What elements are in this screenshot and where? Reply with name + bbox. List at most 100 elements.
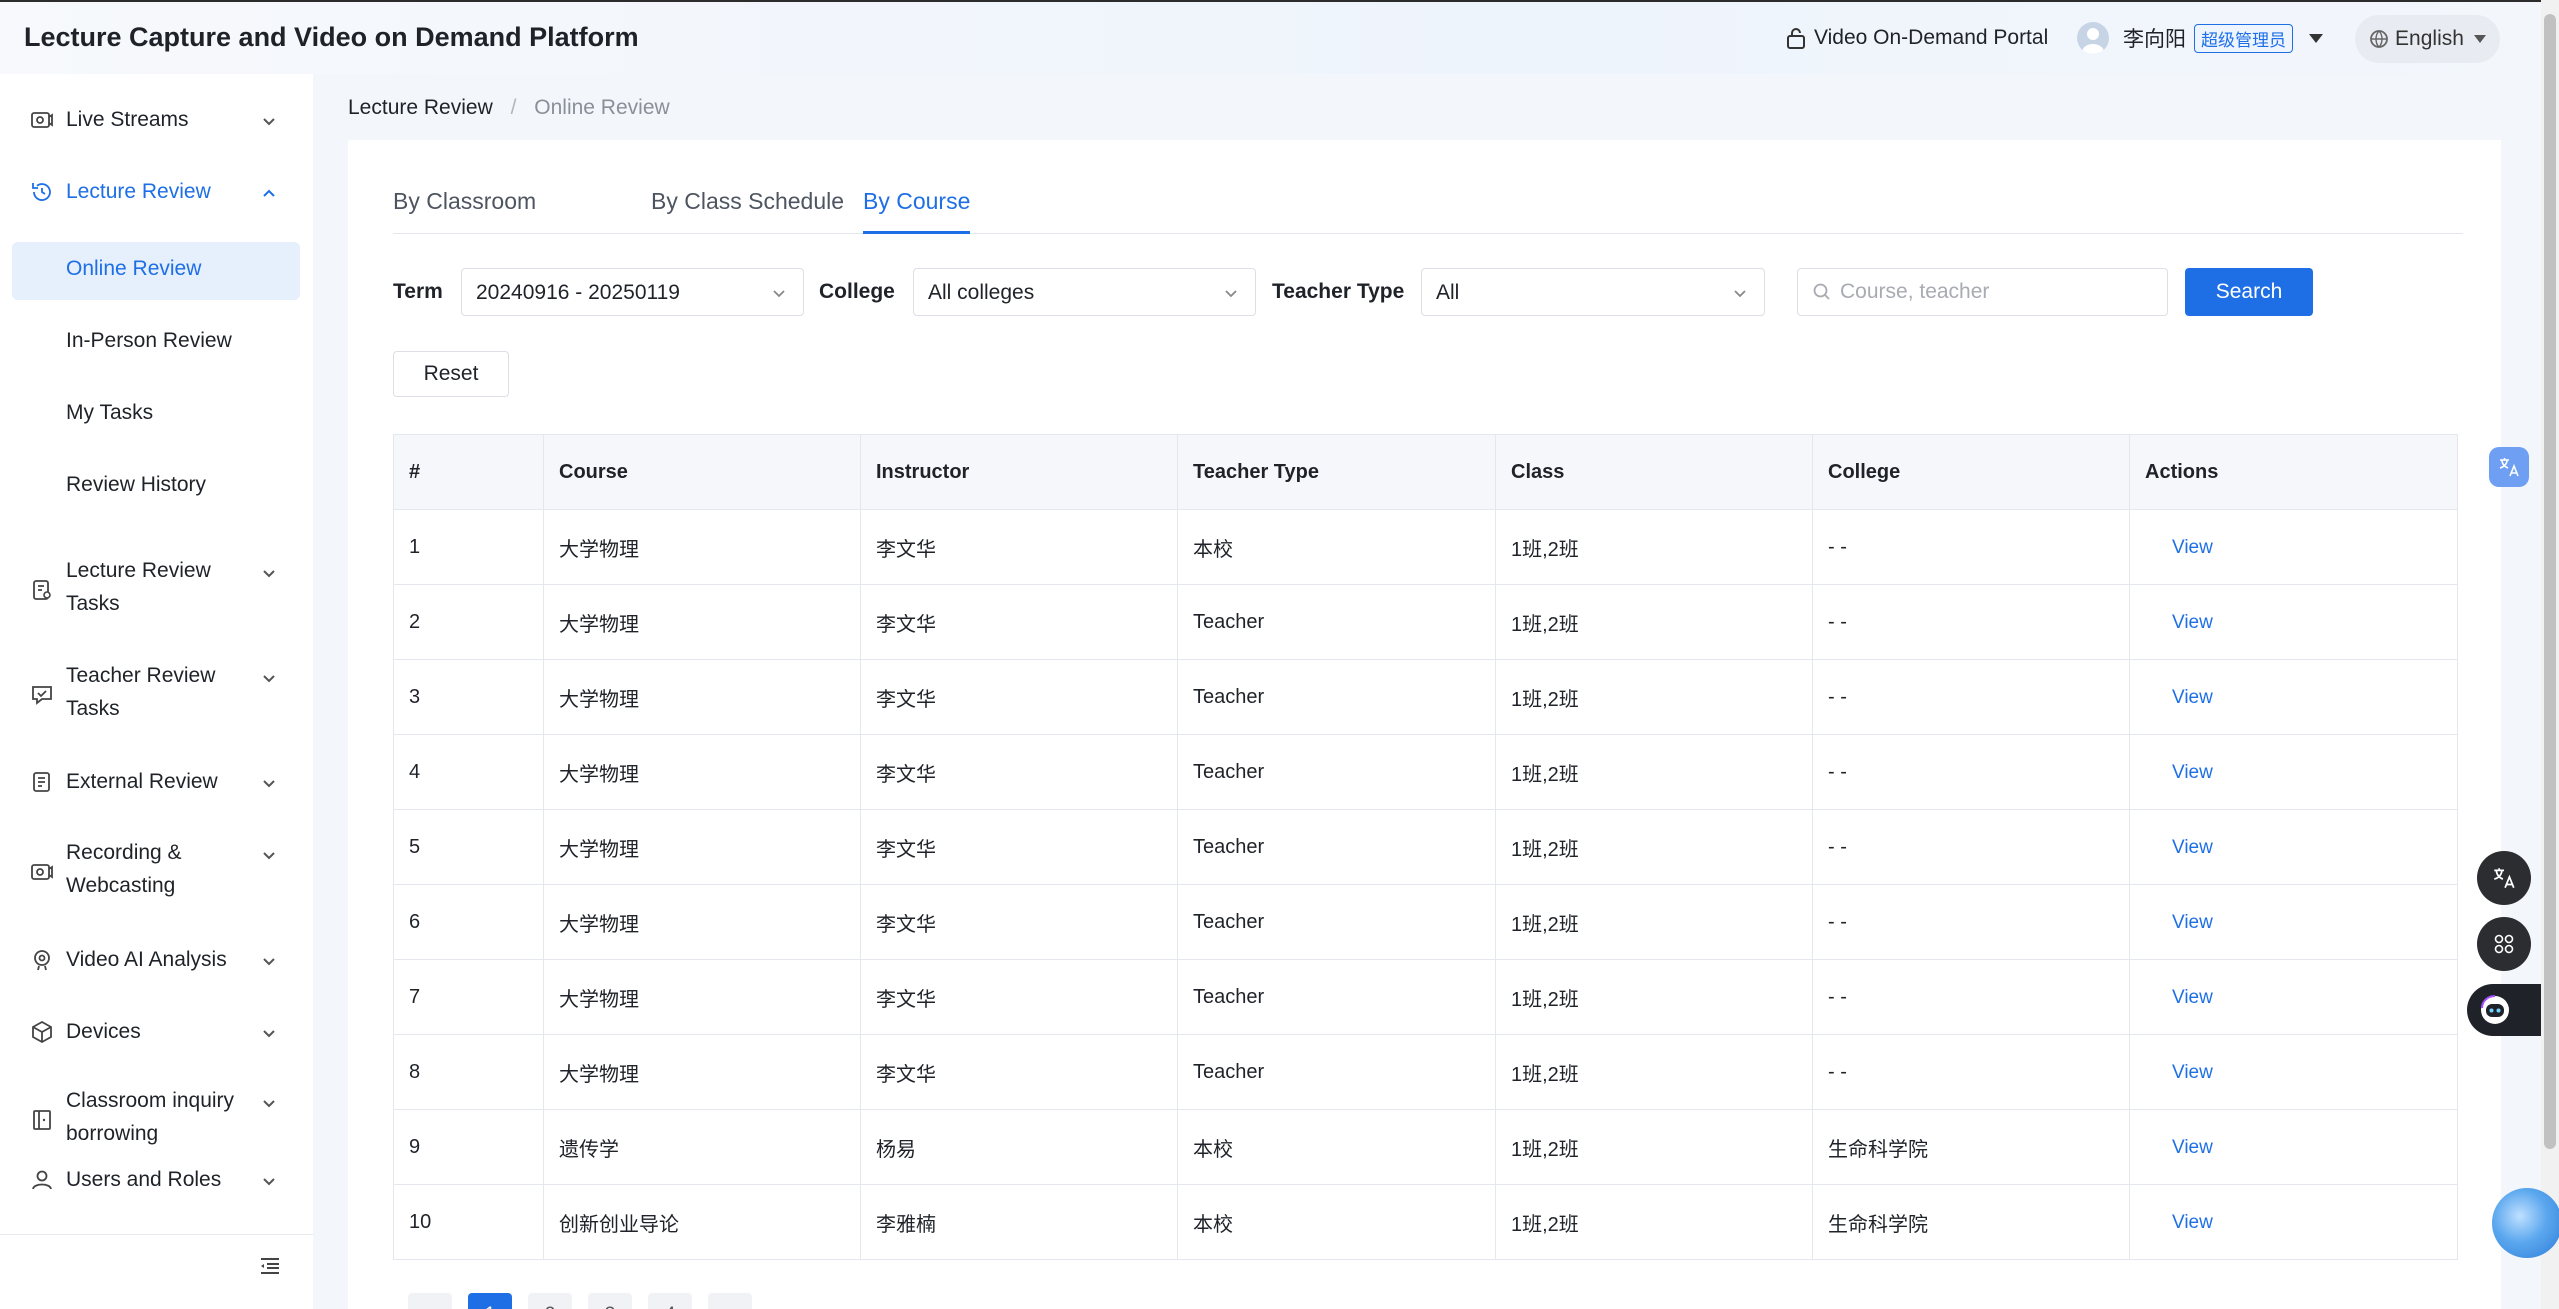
tab-by-classroom[interactable]: By Classroom	[393, 188, 536, 234]
page-button-1[interactable]: 1	[468, 1293, 512, 1309]
view-link[interactable]: View	[2172, 537, 2213, 558]
live-stream-icon	[31, 112, 53, 128]
view-link[interactable]: View	[2172, 1137, 2213, 1158]
sidebar-subitem-in-person-review[interactable]: In-Person Review	[12, 314, 300, 372]
sidebar-item-live-streams[interactable]: Live Streams	[0, 100, 313, 140]
breadcrumb-root[interactable]: Lecture Review	[348, 96, 493, 119]
lock-icon	[1787, 28, 1805, 49]
sidebar-subitem-online-review[interactable]: Online Review	[12, 242, 300, 300]
sidebar-item-lecture-review[interactable]: Lecture Review	[0, 172, 313, 212]
sidebar-item-devices[interactable]: Devices	[0, 1012, 313, 1052]
college-select[interactable]: All colleges	[913, 268, 1256, 316]
sidebar-subitem-my-tasks[interactable]: My Tasks	[12, 386, 300, 444]
assistant-bot-button[interactable]	[2467, 984, 2541, 1036]
cell-college: - -	[1812, 884, 2130, 960]
language-caret-icon	[2473, 35, 2486, 43]
sidebar-subitem-review-history[interactable]: Review History	[12, 458, 300, 516]
cell-class: 1班,2班	[1495, 1184, 1813, 1260]
cell-course: 大学物理	[543, 809, 861, 885]
table-row: 2 大学物理 李文华 Teacher 1班,2班 - - View	[393, 584, 2458, 660]
scrollbar-thumb[interactable]	[2544, 14, 2556, 1149]
sidebar-item-label: Users and Roles	[66, 1168, 222, 1191]
reset-button[interactable]: Reset	[393, 351, 509, 397]
breadcrumb: Lecture Review / Online Review	[348, 96, 670, 120]
external-review-icon	[33, 772, 50, 792]
sidebar-item-external-review[interactable]: External Review	[0, 762, 313, 802]
sidebar-subitem-label: In-Person Review	[66, 329, 232, 352]
teacher-type-select[interactable]: All	[1421, 268, 1765, 316]
cell-course: 大学物理	[543, 884, 861, 960]
next-page-button[interactable]	[708, 1293, 752, 1309]
chevron-down-icon	[263, 118, 275, 126]
view-link[interactable]: View	[2172, 1062, 2213, 1083]
sidebar-item-recording-webcasting[interactable]: Recording & Webcasting	[0, 836, 313, 906]
term-select[interactable]: 20240916 - 20250119	[461, 268, 804, 316]
assistant-orb-icon[interactable]	[2492, 1188, 2559, 1258]
chevron-down-icon	[263, 1030, 275, 1038]
search-button[interactable]: Search	[2185, 268, 2313, 316]
page-button-2[interactable]: 2	[528, 1293, 572, 1309]
cell-college: - -	[1812, 734, 2130, 810]
sidebar-item-video-ai-analysis[interactable]: Video AI Analysis	[0, 940, 313, 980]
search-input[interactable]	[1840, 277, 2150, 307]
apps-fab[interactable]	[2477, 917, 2531, 971]
translate-fab[interactable]	[2477, 851, 2531, 905]
cell-instructor: 李文华	[860, 509, 1178, 585]
view-link[interactable]: View	[2172, 687, 2213, 708]
cell-index: 6	[393, 884, 544, 960]
teacher-review-icon	[32, 686, 52, 705]
view-link[interactable]: View	[2172, 912, 2213, 933]
cell-index: 1	[393, 509, 544, 585]
page-button-4[interactable]: 4	[648, 1293, 692, 1309]
video-portal-link[interactable]: Video On-Demand Portal	[1786, 26, 2048, 50]
chevron-down-icon	[1734, 290, 1746, 298]
term-label: Term	[393, 280, 443, 303]
view-link[interactable]: View	[2172, 987, 2213, 1008]
cell-instructor: 杨易	[860, 1109, 1178, 1185]
view-link[interactable]: View	[2172, 762, 2213, 783]
avatar	[2077, 22, 2109, 54]
user-icon	[32, 1170, 52, 1190]
tab-by-class-schedule[interactable]: By Class Schedule	[651, 188, 844, 234]
collapse-menu-icon[interactable]	[258, 1254, 282, 1278]
breadcrumb-separator: /	[510, 96, 517, 119]
cell-index: 8	[393, 1034, 544, 1110]
lecture-review-icon	[32, 183, 51, 201]
task-list-icon	[33, 580, 51, 600]
chevron-down-icon	[1225, 290, 1237, 298]
sidebar-item-classroom-inquiry[interactable]: Classroom inquiry borrowing	[0, 1084, 313, 1154]
translate-sidebar-button[interactable]	[2489, 447, 2529, 487]
chevron-down-icon	[263, 1178, 275, 1186]
cell-college: - -	[1812, 509, 2130, 585]
user-menu-caret-icon[interactable]	[2309, 33, 2323, 43]
chevron-down-icon	[263, 780, 275, 788]
cell-college: 生命科学院	[1812, 1184, 2130, 1260]
cell-teacher-type: Teacher	[1177, 659, 1496, 735]
view-link[interactable]: View	[2172, 612, 2213, 633]
cell-actions: View	[2129, 659, 2458, 735]
column-header-index: #	[393, 434, 544, 510]
table-row: 10 创新创业导论 李雅楠 本校 1班,2班 生命科学院 View	[393, 1184, 2458, 1260]
globe-icon	[2370, 30, 2388, 48]
language-switcher[interactable]: English	[2355, 15, 2500, 63]
sidebar-item-teacher-review-tasks[interactable]: Teacher Review Tasks	[0, 659, 313, 729]
cell-index: 9	[393, 1109, 544, 1185]
tab-by-course[interactable]: By Course	[863, 188, 971, 234]
sidebar-item-users-roles[interactable]: Users and Roles	[0, 1160, 313, 1200]
page-button-3[interactable]: 3	[588, 1293, 632, 1309]
user-menu[interactable]: 李向阳 超级管理员	[2077, 22, 2323, 54]
user-avatar-icon	[2082, 28, 2104, 54]
cell-actions: View	[2129, 584, 2458, 660]
view-link[interactable]: View	[2172, 1212, 2213, 1233]
sidebar-item-lecture-review-tasks[interactable]: Lecture Review Tasks	[0, 554, 313, 624]
cell-actions: View	[2129, 734, 2458, 810]
cell-actions: View	[2129, 884, 2458, 960]
search-field[interactable]	[1797, 268, 2168, 316]
column-header-instructor: Instructor	[860, 434, 1178, 510]
cell-class: 1班,2班	[1495, 1109, 1813, 1185]
cell-college: - -	[1812, 584, 2130, 660]
prev-page-button[interactable]	[408, 1293, 452, 1309]
cell-actions: View	[2129, 1109, 2458, 1185]
classroom-icon	[33, 1110, 51, 1130]
view-link[interactable]: View	[2172, 837, 2213, 858]
